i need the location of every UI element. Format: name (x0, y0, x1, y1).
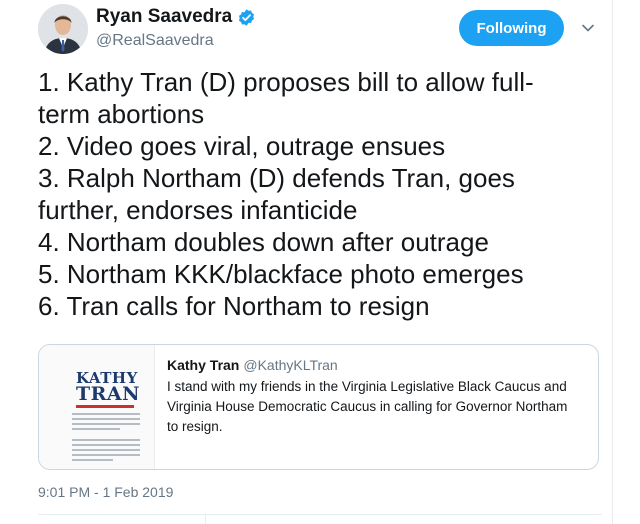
verified-badge-icon (237, 8, 256, 27)
author-name-row: Ryan Saavedra (96, 6, 256, 28)
tweet-timestamp[interactable]: 9:01 PM - 1 Feb 2019 (38, 484, 173, 500)
avatar[interactable] (38, 4, 88, 54)
quoted-text-line: Virginia House Democratic Caucus in call… (167, 399, 568, 414)
quoted-tweet-card[interactable]: KATHY TRAN Kathy Tran @KathyKLTran I sta… (38, 344, 599, 470)
tweet-text-line: term abortions (38, 99, 205, 129)
quoted-text-line: I stand with my friends in the Virginia … (167, 379, 567, 394)
divider (38, 514, 602, 515)
quoted-tweet-thumbnail[interactable]: KATHY TRAN (39, 345, 155, 469)
chevron-down-icon[interactable] (580, 20, 596, 36)
quoted-text-line: to resign. (167, 419, 223, 434)
tweet-text: 1. Kathy Tran (D) proposes bill to allow… (38, 66, 608, 322)
following-button[interactable]: Following (459, 10, 564, 46)
panel-edge (612, 0, 613, 524)
tweet: Ryan Saavedra @RealSaavedra Following 1.… (0, 0, 640, 524)
tweet-text-line: 4. Northam doubles down after outrage (38, 227, 489, 257)
tweet-text-line: 3. Ralph Northam (D) defends Tran, goes (38, 163, 515, 193)
quoted-tweet-header: Kathy Tran @KathyKLTran (167, 357, 338, 373)
author-handle[interactable]: @RealSaavedra (96, 32, 214, 50)
quoted-author-name[interactable]: Kathy Tran (167, 357, 239, 373)
tweet-text-line: further, endorses infanticide (38, 195, 358, 225)
avatar-image (38, 4, 88, 54)
tweet-text-line: 5. Northam KKK/blackface photo emerges (38, 259, 524, 289)
tweet-text-line: 2. Video goes viral, outrage ensues (38, 131, 446, 161)
quoted-author-handle[interactable]: @KathyKLTran (243, 357, 337, 373)
divider (205, 514, 206, 524)
thumbnail-document-lines (72, 413, 140, 464)
tweet-text-line: 1. Kathy Tran (D) proposes bill to allow… (38, 67, 534, 97)
thumbnail-logo-bar (76, 405, 134, 408)
quoted-tweet-text: I stand with my friends in the Virginia … (167, 377, 592, 437)
thumbnail-logo-line-2: TRAN (76, 383, 141, 405)
tweet-text-line: 6. Tran calls for Northam to resign (38, 291, 430, 321)
author-display-name[interactable]: Ryan Saavedra (96, 6, 232, 28)
